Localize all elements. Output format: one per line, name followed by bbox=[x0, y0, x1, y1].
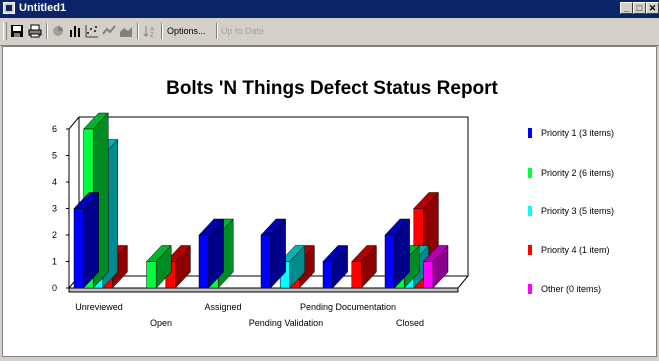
sort-icon[interactable]: AZ bbox=[142, 23, 158, 39]
legend-swatch bbox=[528, 206, 532, 216]
chart-title: Bolts 'N Things Defect Status Report bbox=[166, 78, 498, 99]
bar bbox=[73, 191, 100, 289]
toolbar-grip bbox=[3, 22, 7, 40]
x-axis-label: Closed bbox=[396, 318, 424, 328]
toolbar-separator bbox=[216, 23, 218, 39]
scatter-chart-icon[interactable] bbox=[84, 23, 100, 39]
toolbar-separator bbox=[137, 23, 139, 39]
line-chart-icon[interactable] bbox=[101, 23, 117, 39]
defect-status-chart: Bolts 'N Things Defect Status Report 0 1 2… bbox=[52, 78, 614, 328]
up-to-date-button[interactable]: Up to Date bbox=[221, 26, 264, 36]
legend-label: Priority 2 (6 items) bbox=[541, 168, 614, 178]
y-tick-label: 6 bbox=[52, 124, 57, 134]
x-axis-label: Pending Documentation bbox=[300, 302, 396, 312]
toolbar-separator bbox=[161, 23, 163, 39]
y-tick-label: 5 bbox=[52, 151, 57, 161]
options-button[interactable]: Options... bbox=[167, 26, 206, 36]
legend-swatch bbox=[528, 284, 532, 294]
x-axis-label: Pending Validation bbox=[249, 318, 323, 328]
bar-chart-icon[interactable] bbox=[67, 23, 83, 39]
y-tick-label: 4 bbox=[52, 177, 57, 187]
area-chart-icon[interactable] bbox=[118, 23, 134, 39]
app-icon bbox=[3, 2, 15, 14]
x-axis-labels: Unreviewed Open Assigned Pending Validation… bbox=[75, 302, 424, 328]
x-axis-label: Assigned bbox=[204, 302, 241, 312]
close-button[interactable]: ✕ bbox=[646, 2, 659, 14]
print-icon[interactable] bbox=[27, 23, 43, 39]
save-icon[interactable] bbox=[9, 23, 25, 39]
title-bar: Untitled1 _ □ ✕ bbox=[0, 0, 659, 18]
chart-legend: Priority 1 (3 items) Priority 2 (6 items)… bbox=[528, 128, 614, 294]
svg-text:Z: Z bbox=[150, 33, 154, 38]
legend-swatch bbox=[528, 168, 532, 178]
legend-label: Other (0 items) bbox=[541, 284, 601, 294]
pie-chart-icon[interactable] bbox=[50, 23, 66, 39]
minimize-button[interactable]: _ bbox=[620, 2, 633, 14]
window-title: Untitled1 bbox=[19, 2, 67, 14]
legend-swatch bbox=[528, 128, 532, 138]
legend-label: Priority 3 (5 items) bbox=[541, 206, 614, 216]
y-tick-label: 0 bbox=[52, 283, 57, 293]
y-tick-label: 1 bbox=[52, 257, 57, 267]
legend-label: Priority 1 (3 items) bbox=[541, 128, 614, 138]
maximize-button[interactable]: □ bbox=[633, 2, 646, 14]
x-axis-label: Unreviewed bbox=[75, 302, 123, 312]
y-tick-label: 2 bbox=[52, 230, 57, 240]
legend-swatch bbox=[528, 245, 532, 255]
report-area: Bolts 'N Things Defect Status Report 0 1 2… bbox=[2, 46, 657, 357]
legend-label: Priority 4 (1 item) bbox=[541, 245, 610, 255]
y-axis-ticks: 0 1 2 3 4 5 6 bbox=[52, 124, 69, 293]
plot-floor bbox=[68, 287, 459, 293]
x-axis-label: Open bbox=[150, 318, 172, 328]
y-tick-label: 3 bbox=[52, 204, 57, 214]
toolbar: AZ Options... Up to Date bbox=[0, 18, 659, 46]
toolbar-separator bbox=[46, 23, 48, 39]
